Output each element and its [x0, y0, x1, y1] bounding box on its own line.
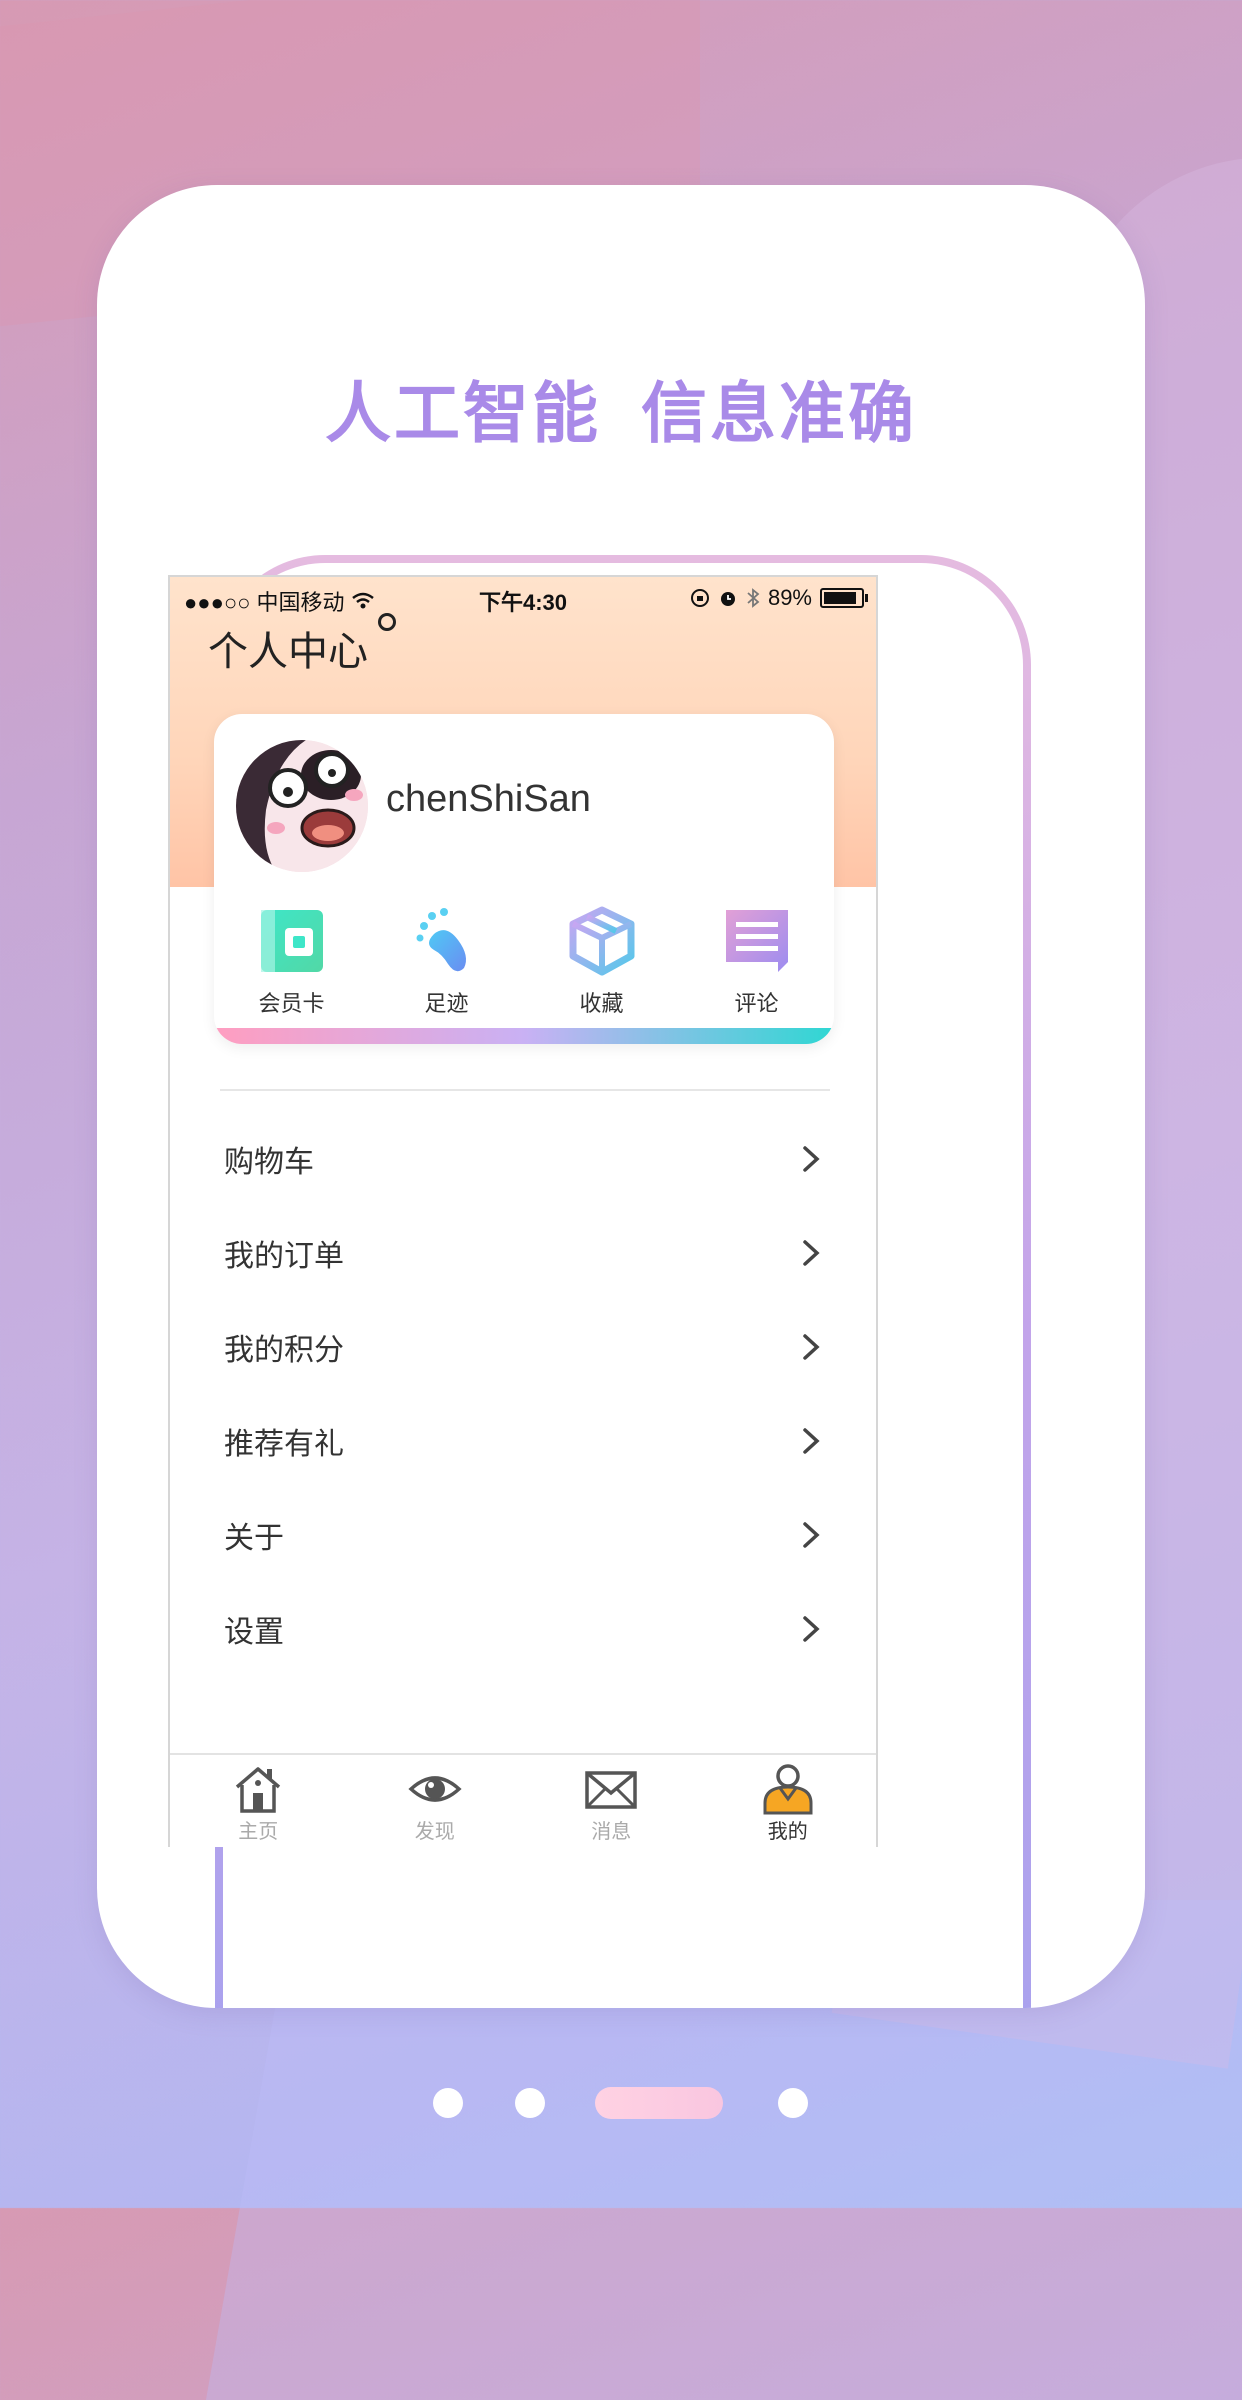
tab-label: 消息 [591, 1819, 632, 1843]
menu-item-label: 我的订单 [224, 1239, 344, 1274]
tab-label: 我的 [767, 1819, 808, 1843]
headline-right: 信息准确 [641, 375, 917, 452]
tab-label: 主页 [238, 1819, 279, 1843]
profile-card: chenShiSan 会员卡 足迹 收藏 评论 [214, 714, 834, 1044]
tab-bar: 主页 发现 消息 我的 [170, 1753, 876, 1847]
comment-icon [725, 910, 788, 972]
chevron-right-icon [803, 1146, 820, 1172]
tab-home[interactable]: 主页 [170, 1755, 347, 1847]
shortcut-member-card[interactable]: 会员卡 [232, 906, 352, 1018]
menu-item-cart[interactable]: 购物车 [170, 1112, 876, 1206]
promo-headline: 人工智能 信息准确 [97, 360, 1145, 456]
card-gradient-bar [214, 1028, 834, 1044]
battery-icon [820, 588, 868, 608]
menu-item-label: 设置 [224, 1615, 284, 1650]
avatar-image [236, 740, 368, 872]
user-icon [763, 1764, 813, 1815]
battery-percent: 89% [767, 585, 812, 610]
menu-item-settings[interactable]: 设置 [170, 1582, 876, 1676]
shortcut-row: 会员卡 足迹 收藏 评论 [214, 906, 834, 1018]
menu-item-label: 推荐有礼 [224, 1427, 344, 1462]
username: chenShiSan [386, 778, 591, 820]
tab-label: 发现 [414, 1819, 455, 1843]
chevron-right-icon [803, 1522, 820, 1548]
shortcut-label: 评论 [734, 992, 779, 1017]
shortcut-collect[interactable]: 收藏 [542, 906, 662, 1018]
chevron-right-icon [803, 1616, 820, 1642]
shortcut-comment[interactable]: 评论 [697, 906, 817, 1018]
tab-discover[interactable]: 发现 [347, 1755, 524, 1847]
collect-box-icon [569, 906, 634, 976]
home-icon [236, 1767, 281, 1813]
status-bar: ●●●○○ 中国移动 下午4:30 89% [170, 577, 876, 619]
shortcut-label: 足迹 [424, 992, 469, 1017]
menu-item-orders[interactable]: 我的订单 [170, 1206, 876, 1300]
page-dot[interactable] [778, 2088, 808, 2118]
member-card-icon [260, 910, 323, 972]
phone-screen: ●●●○○ 中国移动 下午4:30 89% 个人中心 chenShiSan 会员… [168, 575, 878, 1847]
avatar[interactable] [236, 740, 368, 872]
mail-icon [585, 1771, 637, 1809]
menu-list: 购物车 我的订单 我的积分 推荐有礼 关于 设置 [170, 1112, 876, 1676]
footprint-icon [416, 908, 466, 972]
shortcut-label: 会员卡 [258, 992, 325, 1017]
page-title: 个人中心 [208, 629, 368, 675]
menu-item-label: 购物车 [224, 1145, 314, 1180]
menu-item-points[interactable]: 我的积分 [170, 1300, 876, 1394]
chevron-right-icon [803, 1240, 820, 1266]
eye-icon [408, 1776, 462, 1802]
menu-item-about[interactable]: 关于 [170, 1488, 876, 1582]
chevron-right-icon [803, 1334, 820, 1360]
tab-messages[interactable]: 消息 [523, 1755, 700, 1847]
alarm-icon [720, 592, 735, 606]
menu-item-label: 关于 [224, 1521, 284, 1556]
page-dot[interactable] [515, 2088, 545, 2118]
tab-mine[interactable]: 我的 [700, 1755, 877, 1847]
headline-left: 人工智能 [325, 375, 601, 452]
page-dot[interactable] [433, 2088, 463, 2118]
menu-item-label: 我的积分 [224, 1333, 344, 1368]
bluetooth-icon [747, 588, 760, 608]
title-dot-decoration [378, 613, 396, 631]
shortcut-footprint[interactable]: 足迹 [387, 906, 507, 1018]
rotation-lock-icon [690, 589, 709, 607]
shortcut-label: 收藏 [579, 992, 624, 1017]
page-dot-active[interactable] [595, 2087, 723, 2119]
divider [220, 1089, 830, 1091]
menu-item-referral[interactable]: 推荐有礼 [170, 1394, 876, 1488]
chevron-right-icon [803, 1428, 820, 1454]
